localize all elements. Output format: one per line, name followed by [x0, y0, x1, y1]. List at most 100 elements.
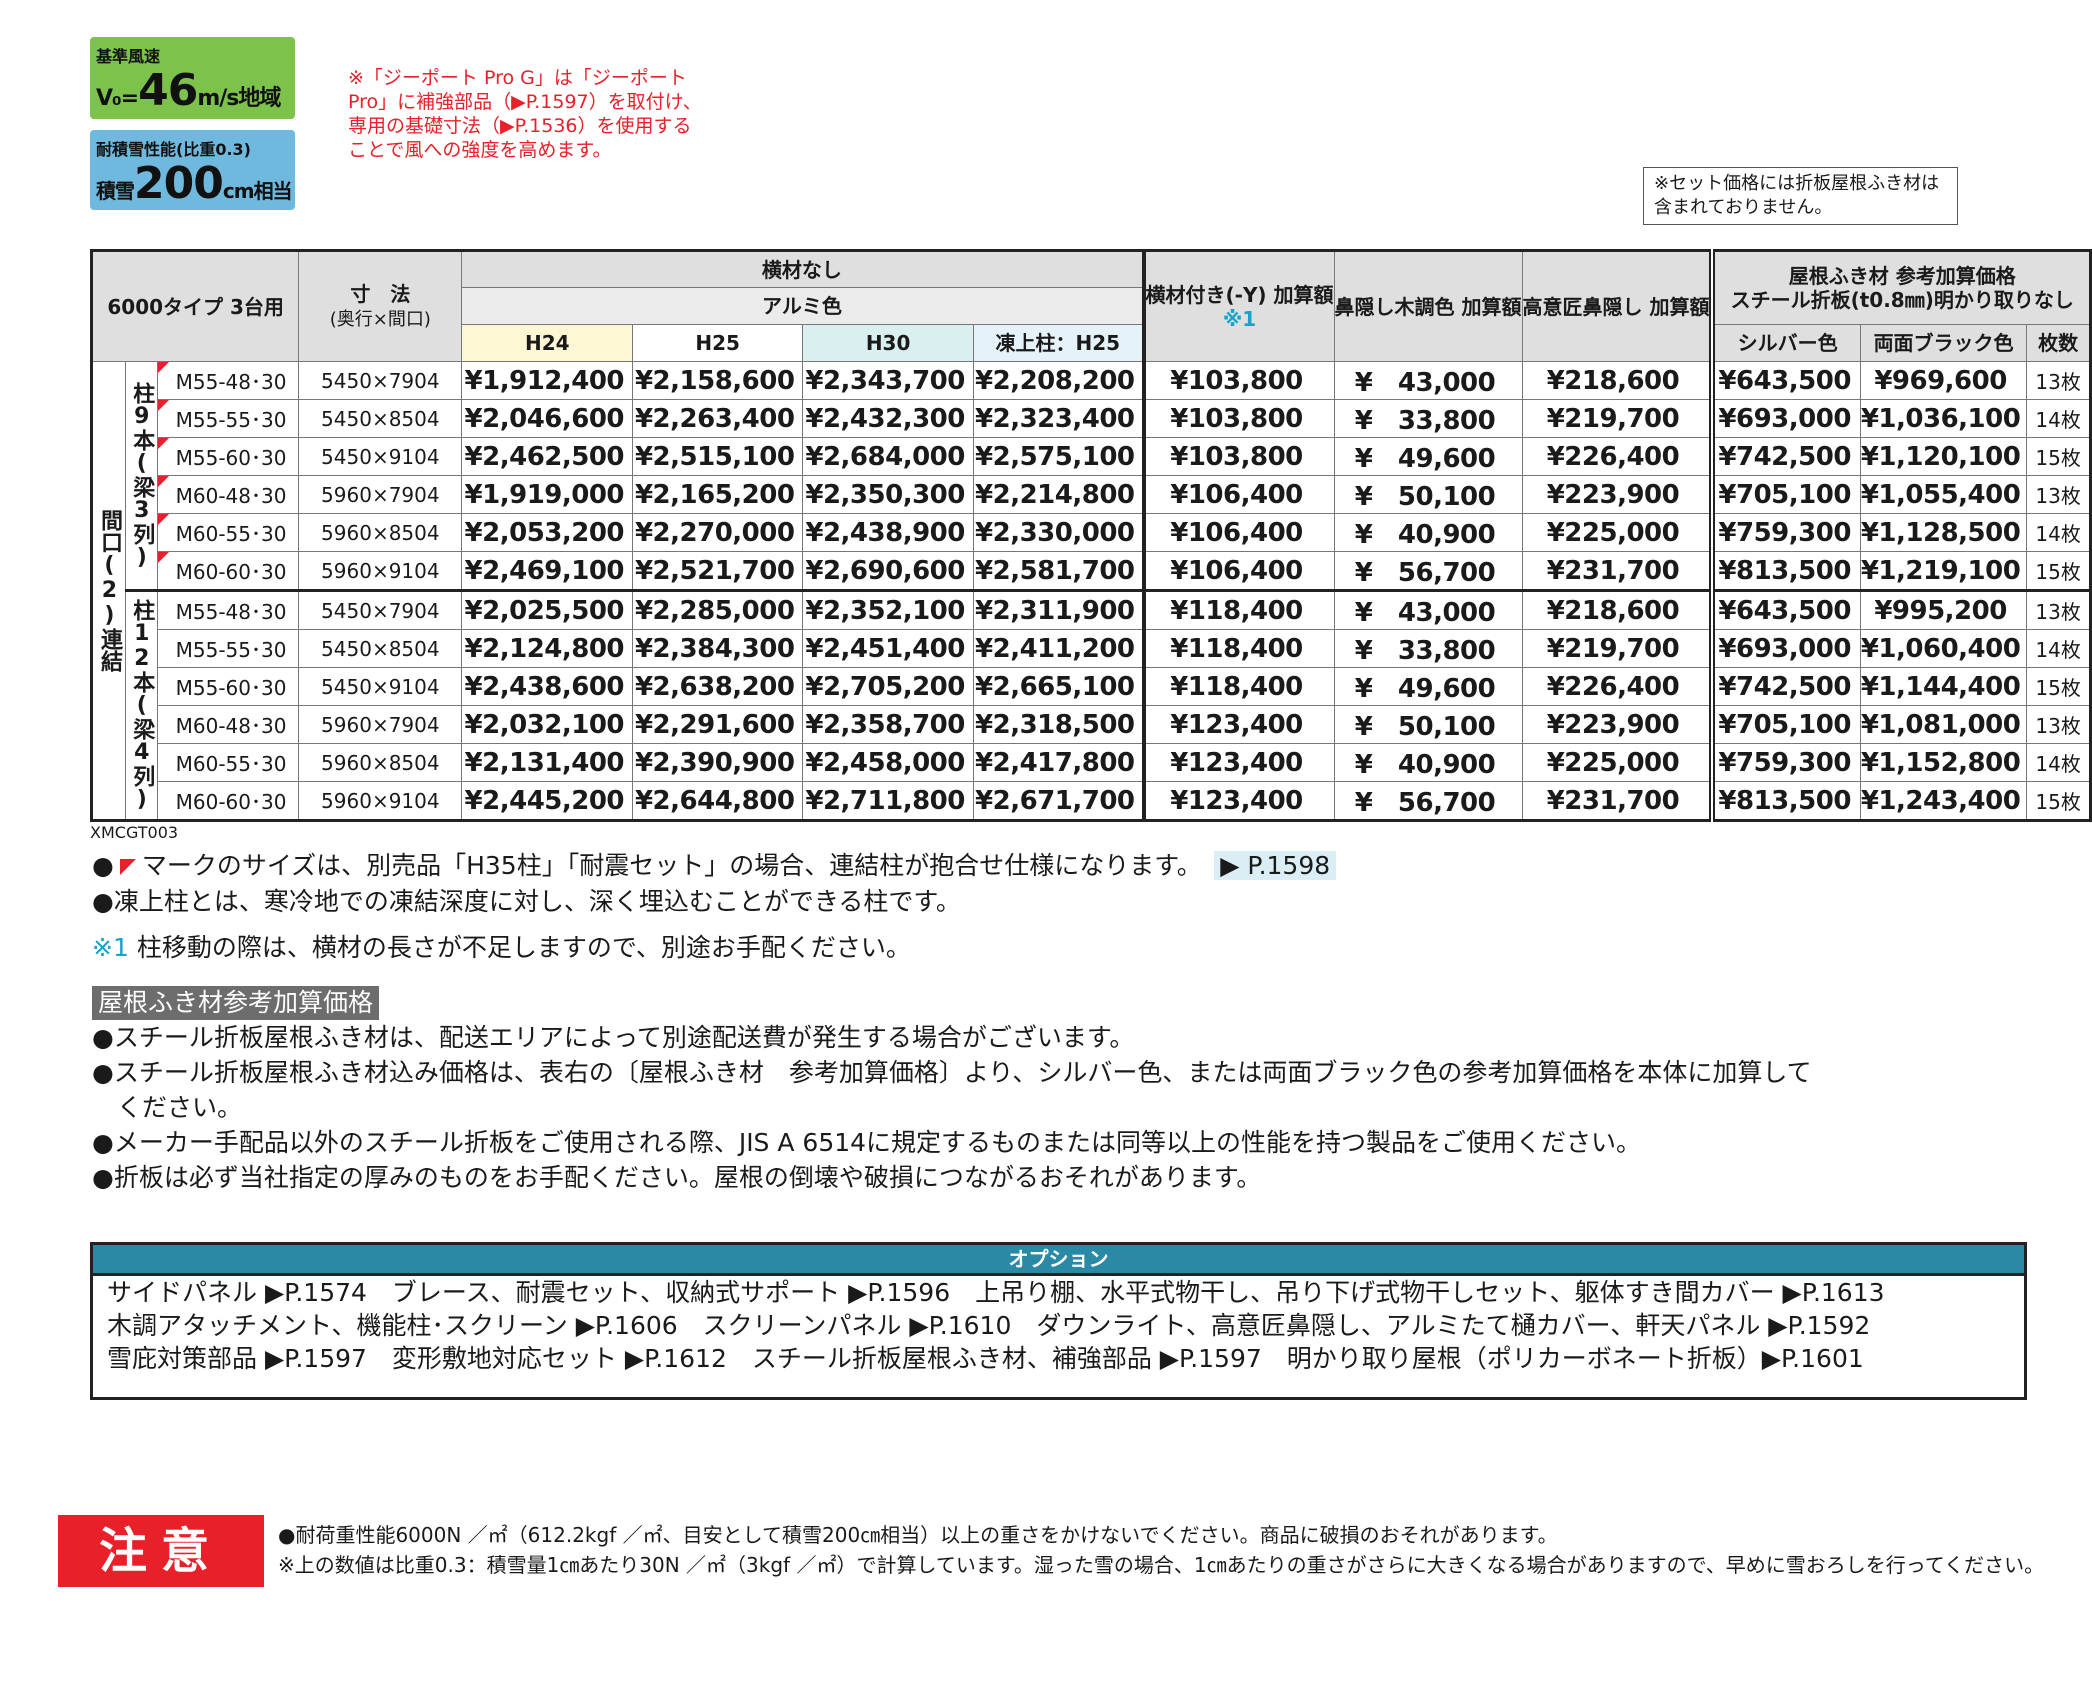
beam-price-cell: ¥106,400 [1141, 551, 1335, 591]
h24-price-cell: ¥2,032,100 [461, 705, 634, 744]
design-price-cell: ¥226,400 [1521, 437, 1713, 476]
dim-header: 寸 法 (奥行×間口) [298, 250, 463, 362]
design-price-cell: ¥225,000 [1521, 513, 1713, 552]
wood-price-cell: ¥ 56,700 [1333, 781, 1523, 821]
page-link-1598[interactable]: ▶ P.1598 [1214, 851, 1337, 880]
wind-label: 基準風速 [96, 47, 161, 66]
wood-add-header: 鼻隠し木調色 加算額 [1333, 250, 1523, 362]
col-silver: シルバー色 [1709, 324, 1861, 362]
beam-price-cell: ¥106,400 [1141, 475, 1335, 514]
count-price-cell: 14枚 [2026, 629, 2091, 668]
model-cell: M60-48･30 [156, 705, 300, 744]
roof-note: ●折板は必ず当社指定の厚みのものをお手配ください。屋根の倒壊や破損につながるおそ… [92, 1163, 1262, 1192]
caution-line: ※上の数値は比重0.3：積雪量1㎝あたり30N ／㎡（3kgf ／㎡）で計算して… [278, 1553, 2045, 1577]
design-add-header: 高意匠鼻隠し 加算額 [1521, 250, 1713, 362]
tou-price-cell: ¥2,214,800 [973, 475, 1144, 514]
wood-price-cell: ¥ 33,800 [1333, 629, 1523, 668]
h30-price-cell: ¥2,352,100 [802, 589, 975, 630]
design-price-cell: ¥219,700 [1521, 399, 1713, 438]
design-price-cell: ¥231,700 [1521, 551, 1713, 591]
beam-price-cell: ¥106,400 [1141, 513, 1335, 552]
model-cell: M60-55･30 [156, 743, 300, 782]
silver-price-cell: ¥813,500 [1709, 551, 1861, 591]
black-price-cell: ¥995,200 [1859, 589, 2028, 630]
silver-price-cell: ¥705,100 [1709, 475, 1861, 514]
col-h30: H30 [802, 324, 975, 362]
h24-price-cell: ¥2,025,500 [461, 589, 634, 630]
price-table: 6000タイプ 3台用 寸 法 (奥行×間口) 横材なし 横材付き(-Y) 加算額… [90, 249, 2092, 822]
wood-price-cell: ¥ 50,100 [1333, 475, 1523, 514]
h30-price-cell: ¥2,343,700 [802, 361, 975, 400]
red-flag-icon [119, 859, 136, 875]
dimension-cell: 5960×9104 [298, 551, 463, 591]
col-count: 枚数 [2026, 324, 2091, 362]
tou-price-cell: ¥2,318,500 [973, 705, 1144, 744]
h24-price-cell: ¥2,445,200 [461, 781, 634, 821]
black-price-cell: ¥1,055,400 [1859, 475, 2028, 514]
table-row: 間口(2)連結 柱9本(梁3列) M55-48･30 5450×7904 ¥1,912,… [91, 361, 2091, 821]
dimension-cell: 5960×7904 [298, 705, 463, 744]
beam-price-cell: ¥123,400 [1141, 743, 1335, 782]
h25-price-cell: ¥2,521,700 [632, 551, 804, 591]
tou-price-cell: ¥2,581,700 [973, 551, 1144, 591]
wood-price-cell: ¥ 50,100 [1333, 705, 1523, 744]
wood-price-cell: ¥ 49,600 [1333, 667, 1523, 706]
black-price-cell: ¥1,243,400 [1859, 781, 2028, 821]
red-flag-icon [158, 438, 169, 449]
col-h24: H24 [461, 324, 634, 362]
options-line: 雪庇対策部品 ▶P.1597 変形敷地対応セット ▶P.1612 スチール折板屋… [107, 1344, 1864, 1373]
caution-label: 注意 [58, 1515, 264, 1587]
h30-price-cell: ¥2,432,300 [802, 399, 975, 438]
h25-price-cell: ¥2,644,800 [632, 781, 804, 821]
beam-price-cell: ¥123,400 [1141, 781, 1335, 821]
flag-note: ● マークのサイズは、別売品「H35柱」「耐震セット」の場合、連結柱が抱合せ仕様に… [92, 850, 1337, 882]
wind-speed-badge: 基準風速 V₀=46m/s地域 [90, 37, 295, 119]
price-table-body: 間口(2)連結 柱9本(梁3列) M55-48･30 5450×7904 ¥1,912,… [91, 361, 2091, 821]
h24-price-cell: ¥2,053,200 [461, 513, 634, 552]
product-code: XMCGT003 [90, 823, 179, 842]
table-row: 柱12本(梁4列) M55-48･30 5450×7904 ¥2,025,500 ¥2,… [92, 589, 2091, 821]
table-row: M60-60･30 5960×9104 ¥2,469,100 ¥2,521,700 ¥2… [92, 551, 2091, 591]
tou-price-cell: ¥2,323,400 [973, 399, 1144, 438]
tou-price-cell: ¥2,417,800 [973, 743, 1144, 782]
black-price-cell: ¥969,600 [1859, 361, 2028, 400]
h25-price-cell: ¥2,515,100 [632, 437, 804, 476]
beam-price-cell: ¥118,400 [1141, 589, 1335, 630]
dimension-cell: 5960×8504 [298, 513, 463, 552]
table-row: M60-48･30 5960×7904 ¥2,032,100 ¥2,291,600 ¥2… [92, 705, 2091, 744]
options-title: オプション [93, 1245, 2024, 1276]
connection-label: 間口(2)連結 [91, 361, 126, 821]
design-price-cell: ¥225,000 [1521, 743, 1713, 782]
h25-price-cell: ¥2,638,200 [632, 667, 804, 706]
h24-price-cell: ¥2,438,600 [461, 667, 634, 706]
design-price-cell: ¥218,600 [1521, 589, 1713, 630]
h30-price-cell: ¥2,438,900 [802, 513, 975, 552]
count-price-cell: 13枚 [2026, 475, 2091, 514]
silver-price-cell: ¥693,000 [1709, 629, 1861, 668]
count-price-cell: 14枚 [2026, 513, 2091, 552]
h30-price-cell: ¥2,458,000 [802, 743, 975, 782]
model-cell: M60-55･30 [156, 513, 300, 552]
h24-price-cell: ¥1,919,000 [461, 475, 634, 514]
h24-price-cell: ¥2,124,800 [461, 629, 634, 668]
count-price-cell: 15枚 [2026, 437, 2091, 476]
count-price-cell: 15枚 [2026, 781, 2091, 821]
type-header: 6000タイプ 3台用 [90, 250, 300, 362]
model-cell: M55-55･30 [156, 629, 300, 668]
black-price-cell: ¥1,120,100 [1859, 437, 2028, 476]
dimension-cell: 5960×8504 [298, 743, 463, 782]
h30-price-cell: ¥2,705,200 [802, 667, 975, 706]
tou-note: ●凍上柱とは、寒冷地での凍結深度に対し、深く埋込むことができる柱です。 [92, 887, 961, 916]
red-flag-icon [158, 362, 169, 373]
h25-price-cell: ¥2,291,600 [632, 705, 804, 744]
dimension-cell: 5960×9104 [298, 781, 463, 821]
wood-price-cell: ¥ 43,000 [1333, 589, 1523, 630]
snow-value: 積雪200cm相当 [96, 158, 293, 209]
caution-line: ●耐荷重性能6000N ／㎡（612.2kgf ／㎡、目安として積雪200㎝相当… [278, 1523, 1558, 1547]
model-cell: M60-60･30 [156, 551, 300, 591]
options-line: 木調アタッチメント、機能柱･スクリーン ▶P.1606 スクリーンパネル ▶P.… [107, 1311, 1871, 1340]
h25-price-cell: ¥2,263,400 [632, 399, 804, 438]
dimension-cell: 5450×7904 [298, 361, 463, 400]
dimension-cell: 5450×8504 [298, 399, 463, 438]
tou-price-cell: ¥2,411,200 [973, 629, 1144, 668]
